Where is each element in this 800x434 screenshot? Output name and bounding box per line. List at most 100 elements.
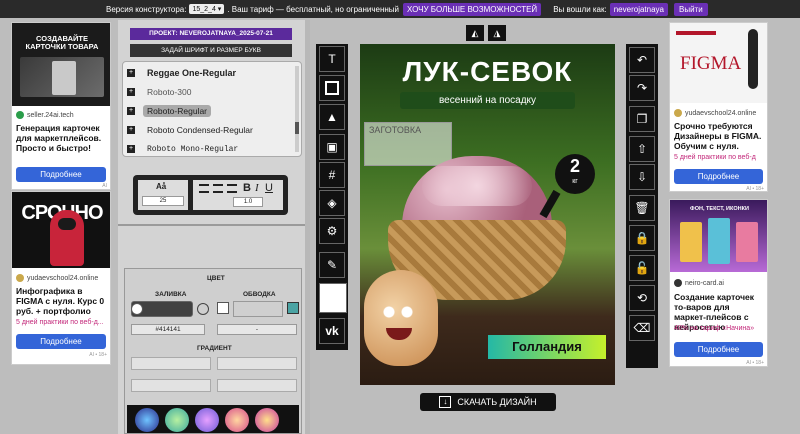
image-tool-icon[interactable]: ▲ <box>319 104 345 130</box>
history-icon[interactable]: ⟲ <box>629 285 655 311</box>
ad-left-bottom[interactable]: СРОЧНО yudaevschool24.online Инфографика… <box>11 191 111 365</box>
gradient-preset[interactable] <box>165 408 189 432</box>
undo-icon[interactable]: ↶ <box>629 47 655 73</box>
ad-more-button[interactable]: Подробнее <box>16 167 106 182</box>
download-button[interactable]: ↓ СКАЧАТЬ ДИЗАЙН <box>420 393 556 411</box>
stroke-hex[interactable]: - <box>217 324 297 335</box>
align-justify-icon[interactable] <box>227 184 237 193</box>
upgrade-button[interactable]: ХОЧУ БОЛЬШЕ ВОЗМОЖНОСТЕЙ <box>403 2 542 16</box>
ad-image-headline: СОЗДАВАЙТЕ КАРТОЧКИ ТОВАРА <box>25 34 99 51</box>
site-icon <box>16 111 24 119</box>
ad-more-button[interactable]: Подробнее <box>16 334 106 349</box>
project-label: ПРОЕКТ: NEVEROJATNAYA_2025-07-21 <box>130 28 292 40</box>
stroke-label: ОБВОДКА <box>243 291 276 298</box>
italic-icon[interactable]: I <box>255 182 259 194</box>
font-item-selected[interactable]: + Roboto-Regular <box>127 103 297 119</box>
font-item[interactable]: + Roboto-300 <box>127 84 297 100</box>
ad-more-button[interactable]: Подробнее <box>674 169 763 184</box>
color-preview[interactable] <box>319 283 347 313</box>
color-panel: ЦВЕТ ЗАЛИВКА ОБВОДКА #414141 - ГРАДИЕНТ <box>124 268 302 434</box>
gradient-fill-slot[interactable] <box>131 357 211 370</box>
underline-icon[interactable]: U <box>265 182 273 194</box>
gradient-stroke-slot[interactable] <box>217 357 297 370</box>
bold-icon[interactable]: B <box>243 182 251 194</box>
canvas-title[interactable]: ЛУК-СЕВОК <box>360 56 615 88</box>
font-list[interactable]: + Reggae One-Regular + Roboto-300 + Roboto-… <box>122 61 302 157</box>
align-left-icon[interactable] <box>199 184 209 193</box>
font-list-scrollbar[interactable] <box>295 66 299 152</box>
layers-tool-icon[interactable]: ◈ <box>319 190 345 216</box>
fill-indicator-icon <box>131 303 143 315</box>
text-tool-icon[interactable]: T <box>319 46 345 72</box>
add-icon[interactable]: + <box>127 126 135 134</box>
origin-badge[interactable]: Голландия <box>488 335 606 359</box>
version-select[interactable]: 15_2_4 ▾ <box>189 4 225 14</box>
ad-right-top[interactable]: FIGMA yudaevschool24.online Срочно требу… <box>669 22 768 192</box>
align-center-icon[interactable] <box>213 184 223 193</box>
rectangle-tool-icon[interactable] <box>319 75 345 101</box>
panel-divider <box>118 224 310 226</box>
add-icon[interactable]: + <box>127 88 135 96</box>
gradient-preset[interactable] <box>135 408 159 432</box>
tariff-text: . Ваш тариф — бесплатный, но ограниченны… <box>227 4 400 14</box>
font-size-control[interactable]: Aå 25 <box>138 180 188 210</box>
weight-badge[interactable]: 2 кг <box>555 154 595 194</box>
ad-title: Генерация карточек для маркетплейсов. Пр… <box>16 123 102 153</box>
stroke-indicator <box>233 301 283 317</box>
ad-left-top[interactable]: СОЗДАВАЙТЕ КАРТОЧКИ ТОВАРА seller.24ai.t… <box>11 22 111 190</box>
fill-hex[interactable]: #414141 <box>131 324 205 335</box>
gradient-presets[interactable] <box>127 405 299 433</box>
font-size-icon: Aå <box>156 182 167 191</box>
bring-forward-icon[interactable]: ⇧ <box>629 136 655 162</box>
gradient-preset[interactable] <box>225 408 249 432</box>
align-controls[interactable]: B I U 1.0 <box>193 180 283 210</box>
clear-icon[interactable]: ⌫ <box>629 315 655 341</box>
lock-icon[interactable]: 🔒 <box>629 225 655 251</box>
panel-scrollbar[interactable] <box>305 20 310 434</box>
delete-icon[interactable]: 🗑 <box>629 195 655 221</box>
save-tool-icon[interactable]: ▣ <box>319 134 345 160</box>
username-badge[interactable]: neverojatnaya <box>609 2 668 16</box>
design-canvas[interactable]: ЛУК-СЕВОК весенний на посадку ЗАГОТОВКА … <box>360 44 615 385</box>
gradient-preset[interactable] <box>195 408 219 432</box>
font-settings-button[interactable]: ЗАДАЙ ШРИФТ И РАЗМЕР БУКВ <box>130 44 292 57</box>
gradient-fill-slot-2[interactable] <box>131 379 211 392</box>
ad-image: СРОЧНО <box>12 192 110 268</box>
site-icon <box>674 279 682 287</box>
add-icon[interactable]: + <box>127 145 135 153</box>
flip-horizontal-icon[interactable]: ◭ <box>466 25 484 41</box>
canvas-subtitle[interactable]: весенний на посадку <box>400 92 575 109</box>
text-placeholder[interactable]: ЗАГОТОВКА <box>364 122 452 166</box>
send-backward-icon[interactable]: ⇩ <box>629 164 655 190</box>
unlock-icon[interactable]: 🔓 <box>629 255 655 281</box>
font-item[interactable]: + Roboto Condensed-Regular <box>127 122 297 138</box>
ad-image-headline: FIGMA <box>680 53 742 74</box>
stroke-swatch[interactable] <box>217 302 229 314</box>
font-item[interactable]: + Roboto Mono-Regular <box>127 141 297 156</box>
eyedropper-tool-icon[interactable]: ✎ <box>319 252 345 278</box>
ad-more-button[interactable]: Подробнее <box>674 342 763 357</box>
redo-icon[interactable]: ↷ <box>629 75 655 101</box>
line-height-input[interactable]: 1.0 <box>233 197 263 207</box>
ad-mark: AI • 18+ <box>746 360 764 366</box>
gradient-stroke-slot-2[interactable] <box>217 379 297 392</box>
duplicate-icon[interactable]: ❐ <box>629 106 655 132</box>
ad-title: Инфографика в FIGMA с нуля. Курс 0 руб. … <box>16 286 105 316</box>
logout-button[interactable]: Выйти <box>674 2 708 16</box>
ai-tool-icon[interactable]: ⚙ <box>319 218 345 244</box>
gradient-preset[interactable] <box>255 408 279 432</box>
add-icon[interactable]: + <box>127 107 135 115</box>
no-fill-icon[interactable] <box>197 303 209 315</box>
font-size-input[interactable]: 25 <box>142 196 184 206</box>
ad-subtext: 5 дней практики по веб-д... <box>16 319 104 326</box>
grid-tool-icon[interactable]: # <box>319 162 345 188</box>
add-icon[interactable]: + <box>127 69 135 77</box>
site-icon <box>16 274 24 282</box>
ad-right-bottom[interactable]: ФОН, ТЕКСТ, ИКОНКИ neiro-card.ai Создани… <box>669 199 768 367</box>
color-title: ЦВЕТ <box>207 275 225 282</box>
vk-share-icon[interactable]: vk <box>319 318 345 344</box>
onion-character <box>364 270 438 366</box>
no-stroke-icon[interactable] <box>287 302 299 314</box>
flip-vertical-icon[interactable]: ◮ <box>488 25 506 41</box>
font-item[interactable]: + Reggae One-Regular <box>127 65 297 81</box>
